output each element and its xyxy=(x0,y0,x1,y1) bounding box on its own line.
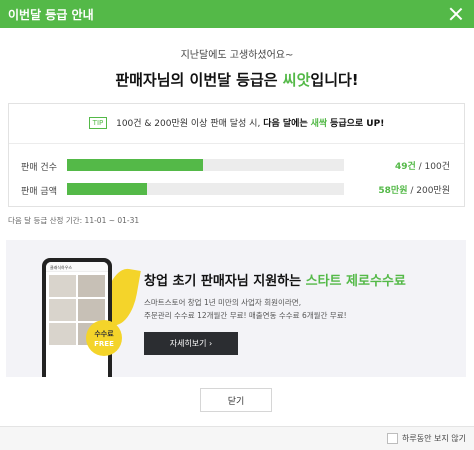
metric-separator: / xyxy=(407,186,417,196)
hide-today-option[interactable]: 하루동안 보지 않기 xyxy=(387,433,466,444)
sales-count-row: 판매 건수 49건 / 100건 xyxy=(9,159,464,173)
metric-value: 49건 / 100건 xyxy=(395,159,450,172)
metric-target: 200만원 xyxy=(416,186,450,196)
grade-progress-box: TIP 100건 & 200만원 이상 판매 달성 시, 다음 달에는 새싹 등… xyxy=(8,103,465,207)
grade-info-modal: 이번달 등급 안내 지난달에도 고생하셨어요~ 판매자님의 이번달 등급은 씨앗… xyxy=(0,0,474,450)
promo-title-prefix: 창업 초기 판매자님 지원하는 xyxy=(144,274,306,289)
metric-value: 58만원 / 200만원 xyxy=(378,183,450,196)
promo-banner[interactable]: 클래식하우스 수수료 FREE 창업 초기 판매자님 지원하는 스타트 제로수수… xyxy=(6,240,466,377)
phone-illustration: 클래식하우스 xyxy=(42,258,112,377)
progress-fill xyxy=(67,183,148,195)
grade-headline: 판매자님의 이번달 등급은 씨앗입니다! xyxy=(0,69,474,90)
modal-header: 이번달 등급 안내 xyxy=(0,0,474,28)
metric-target: 100건 xyxy=(424,162,450,172)
headline-prefix: 판매자님의 이번달 등급은 xyxy=(115,71,283,89)
product-thumb xyxy=(49,275,76,297)
close-button[interactable]: 닫기 xyxy=(200,388,272,412)
product-thumb xyxy=(49,299,76,321)
product-thumb xyxy=(49,323,76,345)
product-thumb xyxy=(78,275,105,297)
divider xyxy=(9,143,464,144)
progress-track xyxy=(67,159,344,171)
fee-badge-line2: FREE xyxy=(94,340,114,348)
modal-footer: 하루동안 보지 않기 xyxy=(0,426,474,450)
phone-store-title: 클래식하우스 xyxy=(46,262,108,272)
promo-desc-line: 주문관리 수수료 12개월간 무료! 매출연동 수수료 6개월간 무료! xyxy=(144,311,347,320)
product-thumb xyxy=(78,299,105,321)
fee-free-badge: 수수료 FREE xyxy=(86,320,122,356)
tip-bold-suffix: 등급으로 UP! xyxy=(330,119,385,129)
metric-label: 판매 건수 xyxy=(21,163,57,173)
promo-description: 스마트스토어 창업 1년 미만의 사업자 회원이라면, 주문관리 수수료 12개… xyxy=(144,296,454,322)
next-grade: 새싹 xyxy=(310,119,328,129)
progress-fill xyxy=(67,159,203,171)
promo-desc-line: 스마트스토어 창업 1년 미만의 사업자 회원이라면, xyxy=(144,298,302,307)
progress-track xyxy=(67,183,344,195)
metric-current: 58만원 xyxy=(378,186,408,196)
metric-label: 판매 금액 xyxy=(21,187,57,197)
tip-row: TIP 100건 & 200만원 이상 판매 달성 시, 다음 달에는 새싹 등… xyxy=(9,116,464,129)
current-grade: 씨앗 xyxy=(282,71,311,89)
metric-current: 49건 xyxy=(394,162,416,172)
tip-badge: TIP xyxy=(88,117,108,129)
tip-bold: 다음 달에는 xyxy=(263,119,308,129)
sales-amount-row: 판매 금액 58만원 / 200만원 xyxy=(9,183,464,197)
fee-badge-line1: 수수료 xyxy=(94,330,114,338)
headline-suffix: 입니다! xyxy=(310,71,359,89)
detail-button[interactable]: 자세히보기 › xyxy=(144,332,238,355)
phone-screen: 클래식하우스 xyxy=(46,262,108,377)
greeting-text: 지난달에도 고생하셨어요~ xyxy=(180,50,294,61)
tip-text: 100건 & 200만원 이상 판매 달성 시, xyxy=(116,119,261,129)
hide-today-label: 하루동안 보지 않기 xyxy=(402,434,466,443)
metric-separator: / xyxy=(415,162,425,172)
hide-today-checkbox[interactable] xyxy=(387,433,399,444)
promo-title: 창업 초기 판매자님 지원하는 스타트 제로수수료 xyxy=(144,270,406,289)
grade-period-text: 다음 달 등급 산정 기간: 11-01 ~ 01-31 xyxy=(8,216,140,225)
modal-title: 이번달 등급 안내 xyxy=(8,7,94,22)
promo-title-highlight: 스타트 제로수수료 xyxy=(305,274,406,289)
close-icon[interactable] xyxy=(446,4,466,24)
